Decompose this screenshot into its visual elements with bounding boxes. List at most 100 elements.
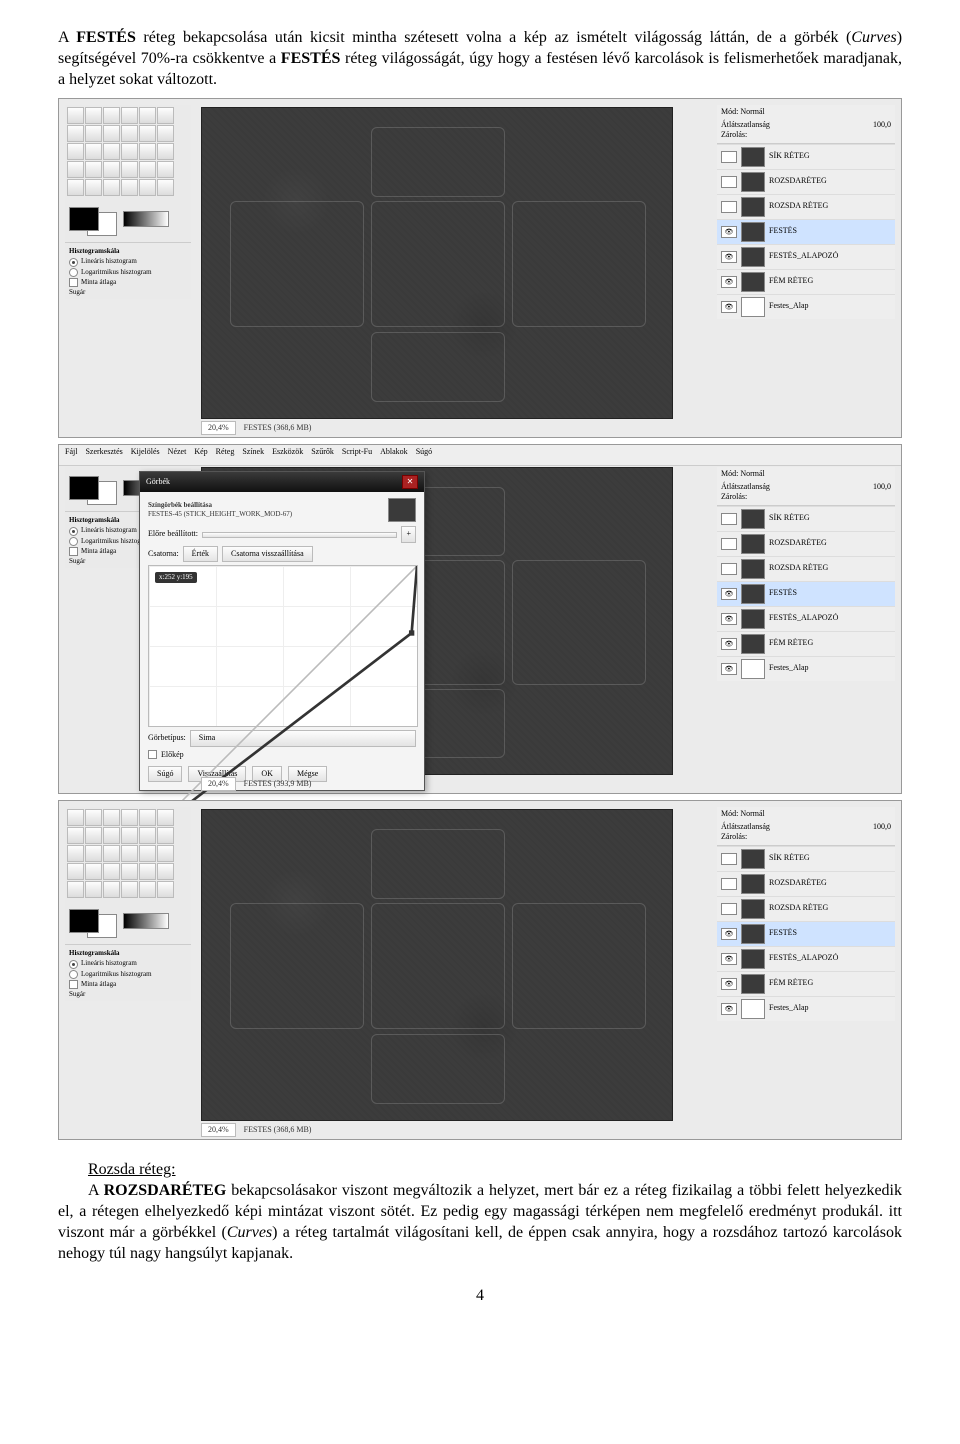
zoom-value[interactable]: 20,4% <box>201 777 236 791</box>
menu-item[interactable]: Szűrők <box>311 447 334 463</box>
layer-row[interactable]: ROZSDARÉTEG <box>717 169 895 194</box>
tool-button[interactable] <box>85 827 102 844</box>
tool-button[interactable] <box>157 179 174 196</box>
menu-item[interactable]: Szerkesztés <box>85 447 122 463</box>
layer-row[interactable]: ROZSDA RÉTEG <box>717 556 895 581</box>
fg-color-swatch[interactable] <box>69 909 99 933</box>
tool-button[interactable] <box>103 125 120 142</box>
eye-icon[interactable]: 👁 <box>721 226 737 238</box>
tool-button[interactable] <box>121 107 138 124</box>
layer-row[interactable]: SÍK RÉTEG <box>717 144 895 169</box>
tool-button[interactable] <box>121 881 138 898</box>
radio-log[interactable] <box>69 537 78 546</box>
eye-icon[interactable] <box>721 513 737 525</box>
menu-item[interactable]: Kijelölés <box>131 447 160 463</box>
layer-row[interactable]: 👁Festes_Alap <box>717 656 895 681</box>
eye-icon[interactable] <box>721 176 737 188</box>
preset-field[interactable] <box>202 532 398 538</box>
tool-button[interactable] <box>67 827 84 844</box>
tool-button[interactable] <box>157 125 174 142</box>
tool-button[interactable] <box>67 845 84 862</box>
reset-channel-button[interactable]: Csatorna visszaállítása <box>222 546 313 562</box>
tool-button[interactable] <box>103 179 120 196</box>
tool-button[interactable] <box>139 863 156 880</box>
tool-button[interactable] <box>157 863 174 880</box>
tool-button[interactable] <box>85 143 102 160</box>
checkbox-avg[interactable] <box>69 278 78 287</box>
layer-row[interactable]: ROZSDARÉTEG <box>717 531 895 556</box>
layer-row[interactable]: 👁FESTÉS <box>717 921 895 946</box>
tool-button[interactable] <box>121 863 138 880</box>
tool-button[interactable] <box>121 845 138 862</box>
tool-button[interactable] <box>85 881 102 898</box>
tool-button[interactable] <box>157 809 174 826</box>
radio-linear[interactable] <box>69 960 78 969</box>
tool-button[interactable] <box>103 809 120 826</box>
tool-button[interactable] <box>121 179 138 196</box>
tool-button[interactable] <box>67 143 84 160</box>
curve-graph[interactable]: x:252 y:195 <box>148 565 418 727</box>
layer-row[interactable]: 👁Festes_Alap <box>717 294 895 319</box>
layer-row[interactable]: ROZSDA RÉTEG <box>717 194 895 219</box>
eye-icon[interactable]: 👁 <box>721 613 737 625</box>
layer-row[interactable]: ROZSDA RÉTEG <box>717 896 895 921</box>
tool-button[interactable] <box>103 827 120 844</box>
tool-button[interactable] <box>67 107 84 124</box>
eye-icon[interactable] <box>721 903 737 915</box>
tool-button[interactable] <box>121 827 138 844</box>
canvas[interactable] <box>201 809 673 1121</box>
eye-icon[interactable] <box>721 538 737 550</box>
menu-item[interactable]: Ablakok <box>380 447 408 463</box>
tool-button[interactable] <box>121 161 138 178</box>
channel-select[interactable]: Érték <box>183 546 218 562</box>
eye-icon[interactable]: 👁 <box>721 638 737 650</box>
tool-button[interactable] <box>139 827 156 844</box>
eye-icon[interactable]: 👁 <box>721 928 737 940</box>
tool-button[interactable] <box>67 863 84 880</box>
tool-button[interactable] <box>121 125 138 142</box>
tool-button[interactable] <box>139 161 156 178</box>
radio-log[interactable] <box>69 268 78 277</box>
layer-row[interactable]: 👁FÉM RÉTEG <box>717 971 895 996</box>
eye-icon[interactable] <box>721 563 737 575</box>
tool-button[interactable] <box>157 107 174 124</box>
eye-icon[interactable]: 👁 <box>721 588 737 600</box>
eye-icon[interactable] <box>721 151 737 163</box>
tool-button[interactable] <box>157 845 174 862</box>
layer-row[interactable]: 👁FESTÉS <box>717 581 895 606</box>
tool-button[interactable] <box>157 161 174 178</box>
tool-button[interactable] <box>85 845 102 862</box>
eye-icon[interactable]: 👁 <box>721 978 737 990</box>
dialog-titlebar[interactable]: Görbék ✕ <box>140 472 424 492</box>
tool-button[interactable] <box>85 161 102 178</box>
layer-row[interactable]: 👁Festes_Alap <box>717 996 895 1021</box>
checkbox-avg[interactable] <box>69 980 78 989</box>
checkbox-avg[interactable] <box>69 547 78 556</box>
eye-icon[interactable] <box>721 853 737 865</box>
tool-button[interactable] <box>103 845 120 862</box>
close-icon[interactable]: ✕ <box>402 475 418 489</box>
eye-icon[interactable]: 👁 <box>721 251 737 263</box>
tool-button[interactable] <box>139 809 156 826</box>
tool-button[interactable] <box>139 143 156 160</box>
tool-button[interactable] <box>67 125 84 142</box>
menu-item[interactable]: Réteg <box>216 447 235 463</box>
tool-button[interactable] <box>85 863 102 880</box>
menu-item[interactable]: Nézet <box>168 447 187 463</box>
gradient-swatch[interactable] <box>123 211 169 227</box>
menu-item[interactable]: Fájl <box>65 447 77 463</box>
tool-button[interactable] <box>85 809 102 826</box>
tool-button[interactable] <box>67 179 84 196</box>
layer-row[interactable]: SÍK RÉTEG <box>717 506 895 531</box>
canvas[interactable] <box>201 107 673 419</box>
tool-button[interactable] <box>85 179 102 196</box>
tool-button[interactable] <box>103 161 120 178</box>
eye-icon[interactable]: 👁 <box>721 301 737 313</box>
layer-row[interactable]: 👁FESTÉS_ALAPOZÓ <box>717 946 895 971</box>
tool-button[interactable] <box>103 863 120 880</box>
radio-linear[interactable] <box>69 527 78 536</box>
eye-icon[interactable]: 👁 <box>721 663 737 675</box>
menu-item[interactable]: Eszközök <box>272 447 303 463</box>
tool-button[interactable] <box>157 881 174 898</box>
gradient-swatch[interactable] <box>123 913 169 929</box>
